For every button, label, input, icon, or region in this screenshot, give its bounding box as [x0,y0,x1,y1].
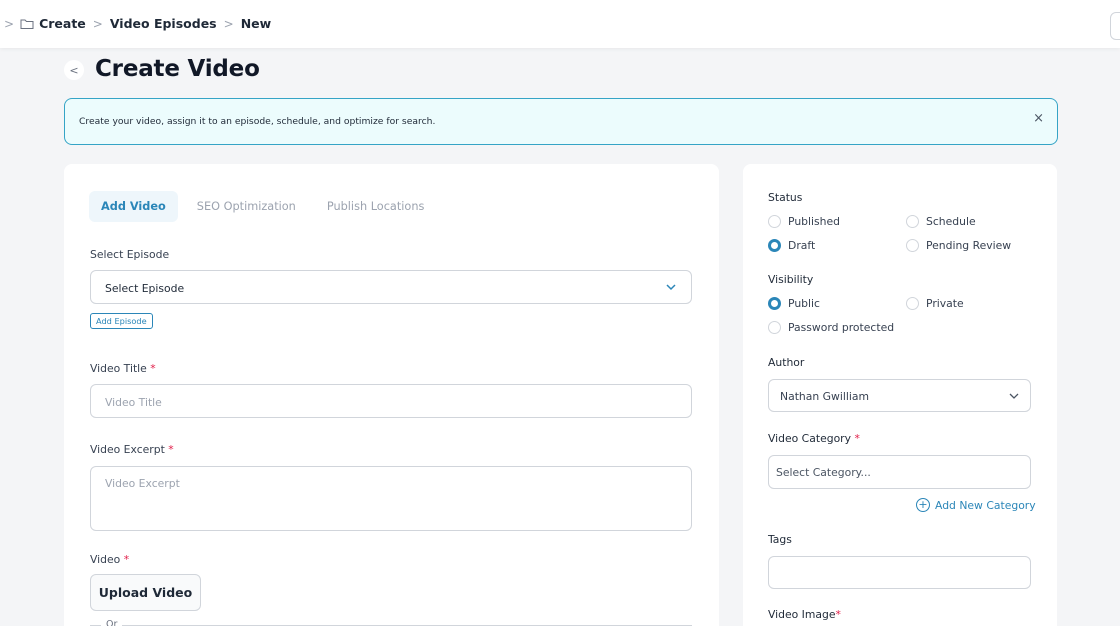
back-button[interactable]: < [64,60,84,80]
tags-input[interactable] [768,556,1031,589]
tab-seo-optimization[interactable]: SEO Optimization [185,191,308,222]
video-title-label: Video Title * [90,362,156,375]
radio-dot [906,215,919,228]
video-excerpt-label: Video Excerpt * [90,443,174,456]
breadcrumb-new: New [240,16,272,31]
required-mark: * [150,362,156,375]
episode-select-value: Select Episode [105,282,185,295]
page-title: Create Video [95,56,260,82]
radio-label: Schedule [926,215,976,228]
required-mark: * [168,443,174,456]
tab-publish-locations[interactable]: Publish Locations [315,191,437,222]
visibility-private-radio[interactable]: Private [906,297,964,310]
video-category-label: Video Category * [768,432,860,445]
info-notice: Create your video, assign it to an episo… [64,98,1058,145]
chevron-down-icon [1009,393,1019,399]
video-category-label-text: Video Category [768,432,852,445]
radio-dot [768,215,781,228]
status-label: Status [768,191,803,204]
status-published-radio[interactable]: Published [768,215,840,228]
breadcrumb: > Create > Video Episodes > New [4,16,271,31]
radio-label: Public [788,297,820,310]
video-excerpt-label-text: Video Excerpt [90,443,165,456]
chevron-down-icon [666,284,676,291]
video-image-label-text: Video Image [768,608,836,621]
category-placeholder: Select Category... [776,466,871,479]
upload-video-button[interactable]: Upload Video [90,574,201,611]
tab-add-video[interactable]: Add Video [89,191,178,222]
folder-icon [20,19,34,29]
notice-text: Create your video, assign it to an episo… [79,116,436,127]
radio-dot [768,321,781,334]
radio-label: Password protected [788,321,895,334]
add-new-category-button[interactable]: + Add New Category [916,498,1036,512]
episode-label: Select Episode [90,248,170,261]
video-label: Video * [90,553,129,566]
radio-label: Pending Review [926,239,1012,252]
radio-dot [906,239,919,252]
radio-label: Published [788,215,840,228]
video-image-label: Video Image* [768,608,841,621]
required-mark: * [854,432,860,445]
add-episode-button[interactable]: Add Episode [90,313,153,329]
chevron-right-icon: > [4,16,15,31]
chevron-left-icon: < [69,63,79,77]
visibility-label: Visibility [768,273,814,286]
status-schedule-radio[interactable]: Schedule [906,215,976,228]
breadcrumb-video-episodes[interactable]: Video Episodes [110,16,217,31]
video-label-text: Video [90,553,121,566]
plus-circle-icon: + [916,498,930,512]
video-category-input[interactable]: Select Category... [768,455,1031,489]
form-tabs: Add Video SEO Optimization Publish Locat… [89,191,443,222]
chevron-right-icon: > [92,16,103,31]
author-value: Nathan Gwilliam [780,390,869,403]
chevron-right-icon: > [223,16,234,31]
video-form-card: Add Video SEO Optimization Publish Locat… [64,164,719,626]
status-pending-review-radio[interactable]: Pending Review [906,239,1011,252]
episode-select[interactable]: Select Episode [90,270,692,304]
radio-dot-selected [768,239,781,252]
radio-dot-selected [768,297,781,310]
publish-settings-card: Status Published Schedule Draft Pending … [743,164,1057,626]
tags-label: Tags [768,533,792,546]
required-mark: * [123,553,130,566]
visibility-public-radio[interactable]: Public [768,297,820,310]
radio-dot [906,297,919,310]
header-action-button[interactable] [1110,12,1120,40]
video-excerpt-textarea[interactable]: Video Excerpt [90,466,692,531]
video-title-placeholder: Video Title [105,396,162,409]
top-bar: > Create > Video Episodes > New [0,0,1120,48]
video-excerpt-placeholder: Video Excerpt [105,477,180,490]
visibility-password-radio[interactable]: Password protected [768,321,894,334]
close-icon[interactable]: × [1033,111,1044,126]
video-title-input[interactable]: Video Title [90,384,692,418]
radio-label: Draft [788,239,816,252]
add-new-category-label: Add New Category [935,498,1036,512]
required-mark: * [835,608,841,621]
video-title-label-text: Video Title [90,362,147,375]
radio-label: Private [926,297,964,310]
status-draft-radio[interactable]: Draft [768,239,815,252]
or-text: Or [101,619,123,626]
author-label: Author [768,356,805,369]
author-select[interactable]: Nathan Gwilliam [768,379,1031,412]
breadcrumb-create[interactable]: Create [39,16,86,31]
